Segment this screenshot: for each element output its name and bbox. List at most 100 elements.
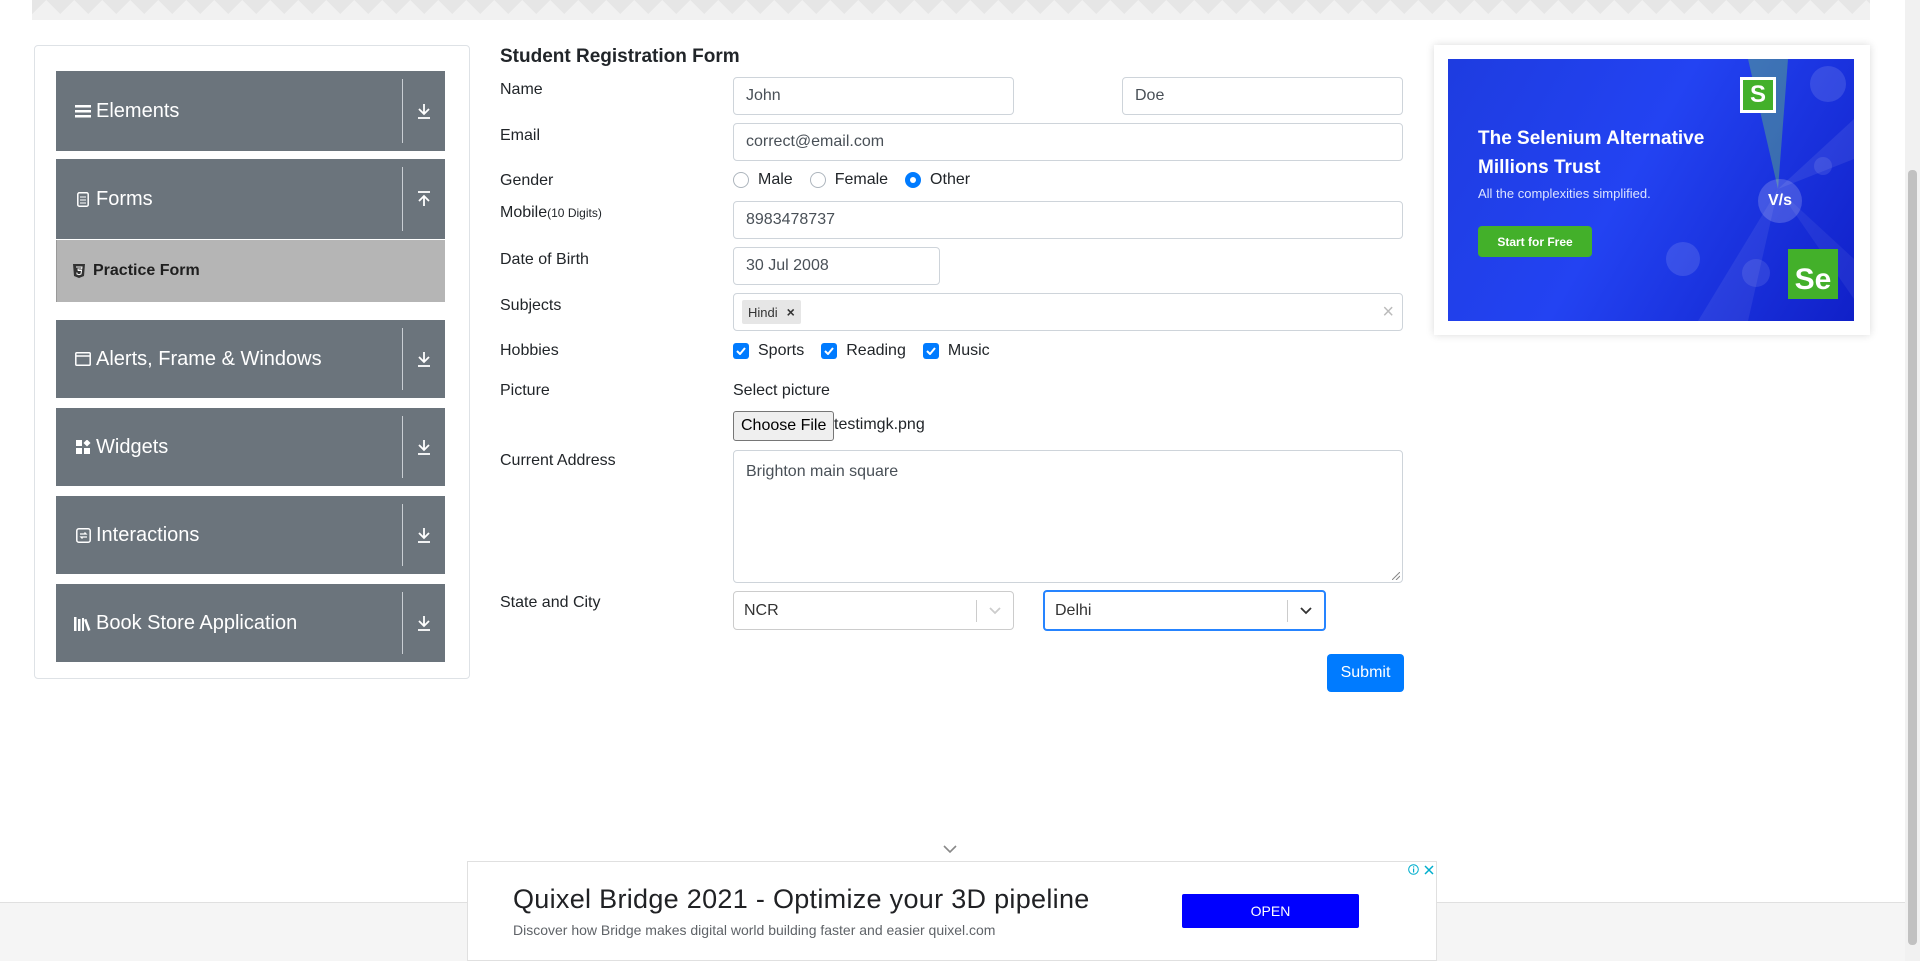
date-of-birth-input[interactable]: 30 Jul 2008 [733,247,940,285]
divider [402,167,403,231]
radio-button-selected[interactable] [905,172,922,188]
chevron-down-icon[interactable] [977,606,1013,615]
ad-banner[interactable]: S V/s Se The Selenium Alternative Millio… [1434,45,1870,335]
hobby-option-music[interactable]: Music [922,342,990,360]
ad-cta-button[interactable]: Start for Free [1478,226,1592,257]
divider [402,504,403,566]
checkbox-checked[interactable] [821,343,838,359]
download-icon[interactable] [411,98,437,124]
vertical-scrollbar[interactable] [1905,0,1920,961]
subjects-input[interactable]: Hindi × × [733,293,1403,331]
adchoices[interactable] [1406,862,1436,877]
mobile-label-text: Mobile [500,204,548,221]
download-icon[interactable] [411,610,437,636]
clear-icon[interactable]: × [1382,301,1394,324]
download-icon[interactable] [411,434,437,460]
chip-remove-icon[interactable]: × [787,304,795,320]
hobby-option-sports[interactable]: Sports [733,342,804,360]
hobby-option-reading[interactable]: Reading [821,342,906,360]
gender-option-other[interactable]: Other [905,171,970,189]
interactions-icon [74,526,92,544]
versus-badge: V/s [1758,179,1802,223]
sidebar-group-widgets[interactable]: Widgets [56,408,445,486]
html5-icon [72,264,86,278]
window-icon [74,350,92,368]
checkbox-label: Music [947,342,990,359]
sidebar-group-alerts[interactable]: Alerts, Frame & Windows [56,320,445,398]
radio-label: Other [930,171,971,188]
selenium-s-logo: S [1740,77,1776,113]
address-text: Brighton main square [746,463,899,480]
sidebar-group-label: Book Store Application [96,611,298,634]
name-label: Name [500,81,543,98]
upload-icon[interactable] [411,186,437,212]
selenium-se-logo: Se [1788,249,1838,299]
books-icon [74,614,92,632]
checkbox-checked[interactable] [922,343,939,359]
radio-button[interactable] [733,172,749,188]
checkbox-checked[interactable] [733,343,749,359]
email-label: Email [500,127,541,144]
gender-option-female[interactable]: Female [809,171,889,189]
chevron-down-icon[interactable] [942,844,958,854]
subjects-label: Subjects [500,297,562,314]
radio-label: Female [834,171,889,188]
chip-label: Hindi [748,304,778,320]
gender-label: Gender [500,172,554,189]
current-address-textarea[interactable]: Brighton main square [733,450,1403,583]
picture-label: Picture [500,382,550,399]
choose-file-button[interactable]: Choose File [733,411,835,441]
selected-file-name: testimgk.png [834,416,925,433]
sidebar-item-practice-form[interactable]: Practice Form [56,240,445,302]
sidebar-group-label: Alerts, Frame & Windows [96,347,322,370]
sidebar-group-interactions[interactable]: Interactions [56,496,445,574]
sidebar-group-label: Widgets [96,435,169,458]
radio-label: Male [758,171,793,188]
bottom-ad-banner[interactable]: Quixel Bridge 2021 - Optimize your 3D pi… [467,861,1437,961]
ad-headline[interactable]: Quixel Bridge 2021 - Optimize your 3D pi… [513,884,1090,915]
sidebar-group-label: Forms [96,187,153,210]
menu-icon [74,102,92,120]
resize-grip-icon[interactable] [1392,572,1400,580]
divider [402,416,403,478]
mobile-label: Mobile(10 Digits) [500,204,602,222]
city-select[interactable]: Delhi [1043,590,1326,631]
sidebar-group-book-store[interactable]: Book Store Application [56,584,445,662]
radio-button[interactable] [809,172,826,188]
gender-radio-group: Male Female Other [733,171,987,189]
divider [402,79,403,143]
mobile-input[interactable]: 8983478737 [733,201,1403,239]
close-icon[interactable] [1421,862,1436,877]
state-select[interactable]: NCR [733,591,1014,630]
email-input[interactable]: correct@email.com [733,123,1403,161]
widgets-icon [74,438,92,456]
sidebar-item-label: Practice Form [93,262,200,279]
top-banner [32,0,1870,20]
select-picture-label: Select picture [733,382,830,399]
sidebar-group-forms[interactable]: Forms [56,159,445,239]
checkbox-label: Reading [846,342,906,359]
ad-image[interactable]: S V/s Se The Selenium Alternative Millio… [1448,59,1854,321]
info-icon[interactable] [1406,862,1421,877]
last-name-input[interactable]: Doe [1122,77,1403,115]
ad-title: The Selenium Alternative Millions Trust [1478,128,1705,178]
select-value: NCR [744,601,779,619]
checkbox-label: Sports [758,342,805,359]
chevron-down-icon[interactable] [1288,606,1324,615]
first-name-input[interactable]: John [733,77,1014,115]
sidebar-group-elements[interactable]: Elements [56,71,445,151]
subject-chip: Hindi × [742,300,801,324]
select-value: Delhi [1055,601,1092,619]
gender-option-male[interactable]: Male [733,171,793,189]
state-city-label: State and City [500,594,601,611]
download-icon[interactable] [411,346,437,372]
divider [402,592,403,654]
dob-label: Date of Birth [500,251,589,268]
download-icon[interactable] [411,522,437,548]
ad-subtitle: All the complexities simplified. [1478,186,1651,201]
submit-button[interactable]: Submit [1327,654,1404,692]
mobile-hint: (10 Digits) [547,206,602,220]
ad-open-button[interactable]: OPEN [1182,894,1359,928]
sidebar-group-label: Interactions [96,523,200,546]
scrollbar-thumb[interactable] [1908,170,1917,945]
